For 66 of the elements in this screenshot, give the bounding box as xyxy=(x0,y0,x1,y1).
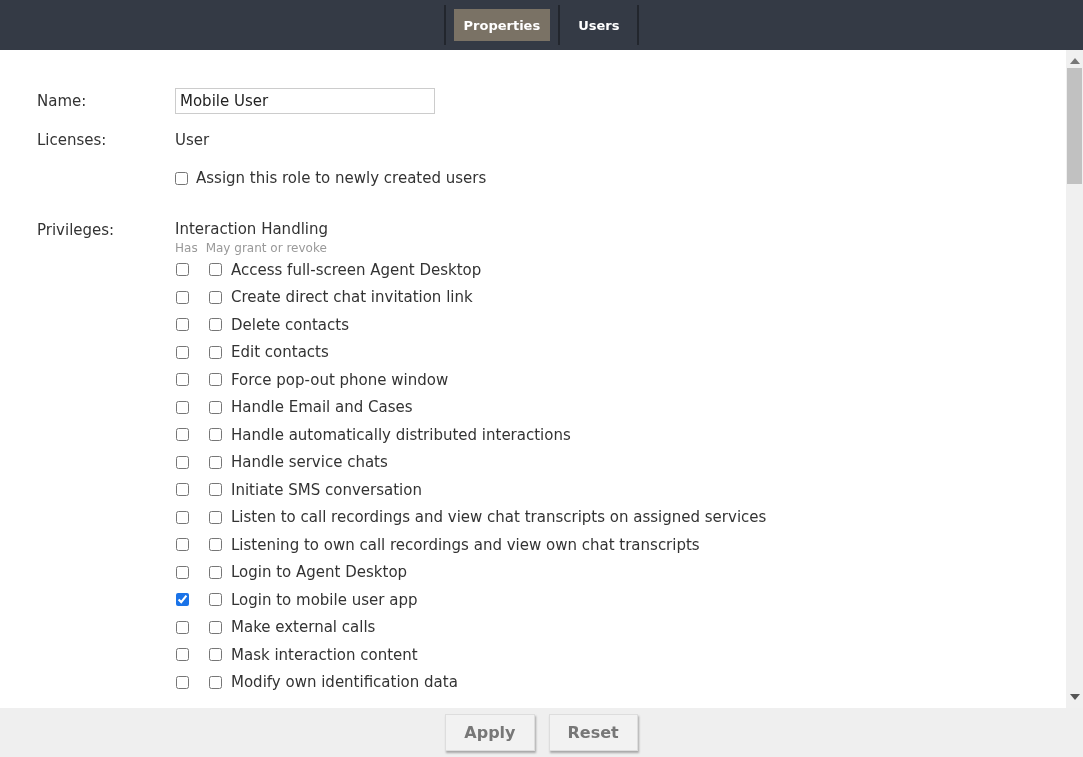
privilege-label: Handle Email and Cases xyxy=(231,397,413,419)
privilege-label: Edit contacts xyxy=(231,342,329,364)
checkbox[interactable] xyxy=(209,345,222,359)
privilege-label: Force pop-out phone window xyxy=(231,369,449,391)
privilege-label: Listening to own call recordings and view own chat transcripts xyxy=(231,534,700,556)
privilege-label: Login to Agent Desktop xyxy=(231,562,408,584)
checkbox[interactable] xyxy=(209,675,222,689)
action-button[interactable]: Apply xyxy=(445,714,535,751)
checkbox[interactable] xyxy=(209,318,222,332)
checkbox[interactable] xyxy=(176,318,189,332)
checkbox[interactable] xyxy=(209,400,222,414)
privilege-label: Delete contacts xyxy=(231,314,349,336)
checkbox[interactable] xyxy=(209,263,222,277)
checkbox[interactable] xyxy=(176,290,189,304)
field-label: Name: xyxy=(37,91,88,112)
scroll-down-icon[interactable] xyxy=(1069,694,1080,700)
scrollbar-thumb[interactable] xyxy=(1067,68,1082,184)
field-label: Privileges: xyxy=(37,220,116,241)
column-header: Has xyxy=(175,241,198,255)
checkbox[interactable] xyxy=(176,263,189,277)
privilege-label: Listen to call recordings and view chat transcripts on assigned services xyxy=(231,507,767,529)
checkbox[interactable] xyxy=(176,648,189,662)
checkbox[interactable] xyxy=(176,510,189,524)
name-field[interactable]: Mobile User xyxy=(175,88,435,114)
checkbox[interactable] xyxy=(176,593,189,607)
scrollbar[interactable] xyxy=(1066,50,1083,708)
privilege-label: Login to mobile user app xyxy=(231,589,418,611)
checkbox[interactable] xyxy=(176,565,189,579)
privilege-label: Modify own identification data xyxy=(231,672,458,694)
checkbox[interactable] xyxy=(209,648,222,662)
checkbox[interactable] xyxy=(176,538,189,552)
field-label: Licenses: xyxy=(37,130,108,151)
license-value: User xyxy=(175,130,211,151)
checkbox[interactable] xyxy=(209,373,222,387)
checkbox[interactable] xyxy=(175,171,188,185)
privilege-label: Handle automatically distributed interactions xyxy=(231,424,571,446)
checkbox[interactable] xyxy=(209,428,222,442)
checkbox[interactable] xyxy=(209,455,222,469)
privilege-label: Create direct chat invitation link xyxy=(231,287,473,309)
checkbox[interactable] xyxy=(176,483,189,497)
checkbox[interactable] xyxy=(176,428,189,442)
checkbox[interactable] xyxy=(209,483,222,497)
checkbox[interactable] xyxy=(176,345,189,359)
privilege-label: Handle service chats xyxy=(231,452,388,474)
checkbox[interactable] xyxy=(209,510,222,524)
checkbox[interactable] xyxy=(176,373,189,387)
checkbox[interactable] xyxy=(176,400,189,414)
column-header: May grant or revoke xyxy=(205,241,327,255)
checkbox[interactable] xyxy=(209,620,222,634)
scroll-up-icon[interactable] xyxy=(1069,58,1080,64)
action-button[interactable]: Reset xyxy=(548,714,638,751)
checkbox[interactable] xyxy=(209,538,222,552)
checkbox[interactable] xyxy=(209,290,222,304)
checkbox[interactable] xyxy=(176,675,189,689)
checkbox-label: Assign this role to newly created users xyxy=(196,168,487,189)
privilege-label: Make external calls xyxy=(231,617,376,639)
privilege-label: Mask interaction content xyxy=(231,644,418,666)
checkbox[interactable] xyxy=(176,620,189,634)
checkbox[interactable] xyxy=(209,565,222,579)
tab[interactable]: Properties xyxy=(453,9,551,41)
privilege-label: Initiate SMS conversation xyxy=(231,479,422,501)
group-title: Interaction Handling xyxy=(175,219,329,240)
privilege-label: Access full-screen Agent Desktop xyxy=(231,259,482,281)
checkbox[interactable] xyxy=(176,455,189,469)
tab[interactable]: Users xyxy=(568,9,630,41)
checkbox[interactable] xyxy=(209,593,222,607)
